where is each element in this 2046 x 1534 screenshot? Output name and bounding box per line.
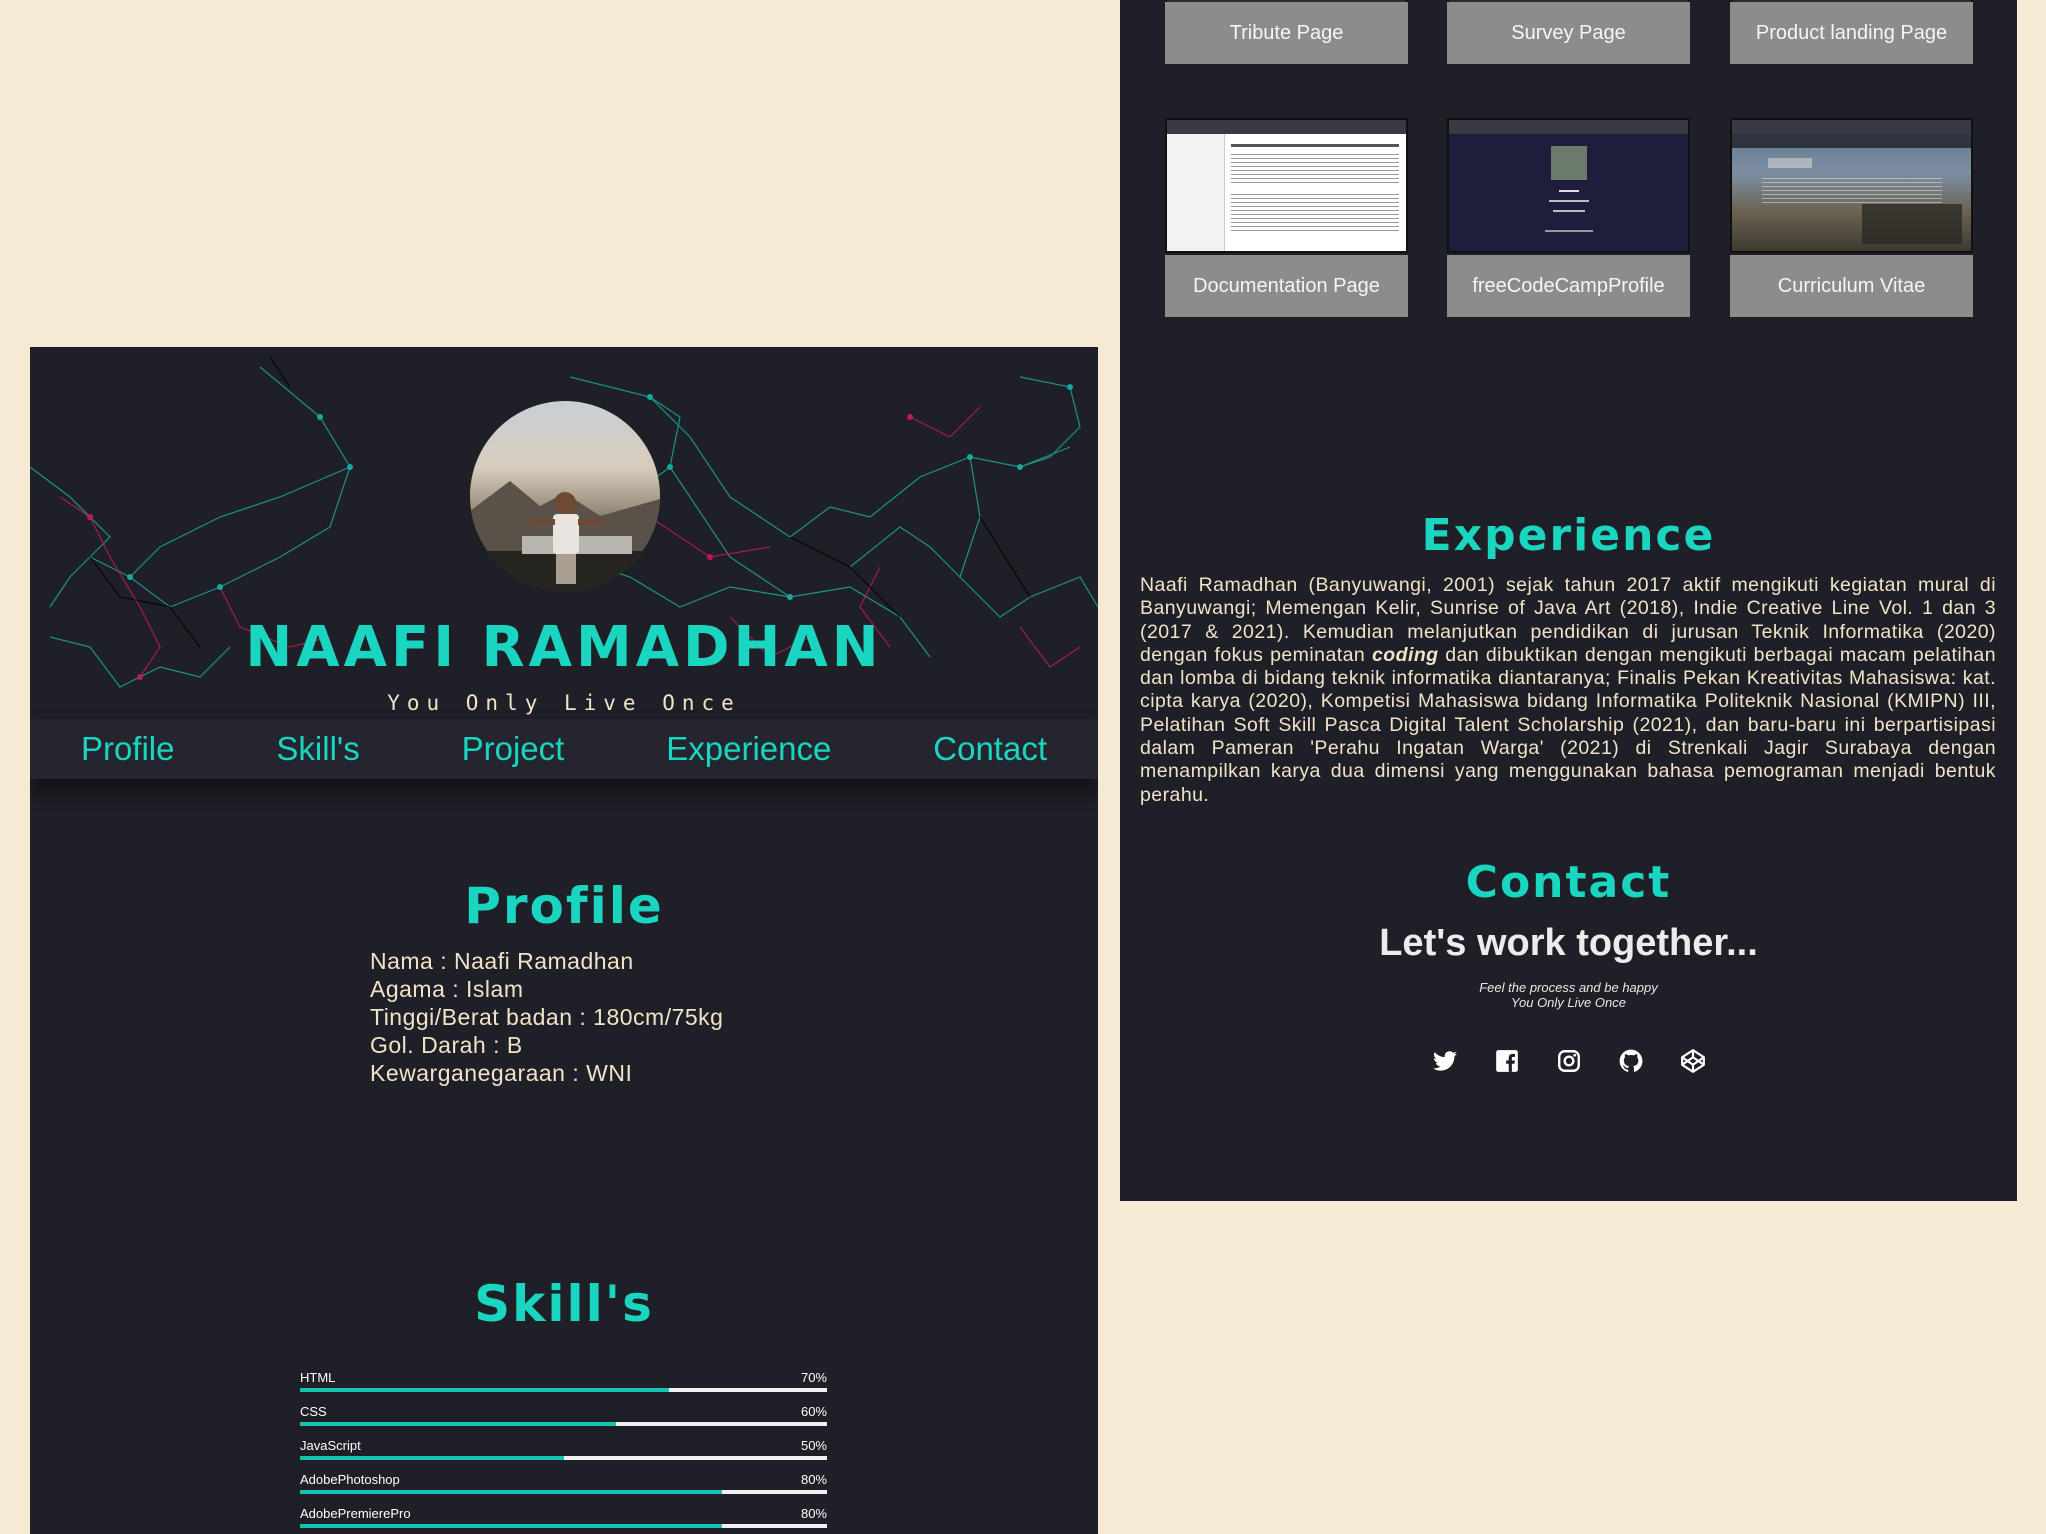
project-card-curriculum-vitae[interactable]: Curriculum Vitae	[1730, 118, 1973, 318]
experience-section-title: Experience	[1421, 510, 1716, 561]
skill-percent: 80%	[800, 1506, 827, 1521]
skill-percent: 60%	[800, 1404, 827, 1419]
skill-name: CSS	[300, 1404, 327, 1419]
profile-detail-height-weight: Tinggi/Berat badan : 180cm/75kg	[370, 1004, 724, 1030]
social-links	[1120, 1048, 2017, 1074]
twitter-icon[interactable]	[1432, 1048, 1458, 1074]
project-label: Product landing Page	[1730, 2, 1973, 64]
skill-progress-fill	[300, 1388, 669, 1392]
skill-progress-fill	[300, 1422, 617, 1426]
profile-section-title: Profile	[464, 877, 664, 935]
hero-name: NAAFI RAMADHAN	[245, 615, 883, 680]
skill-progress-track	[300, 1422, 827, 1426]
skill-progress-fill	[300, 1524, 722, 1528]
skill-name: HTML	[300, 1370, 336, 1385]
facebook-icon[interactable]	[1494, 1048, 1520, 1074]
project-label: Tribute Page	[1165, 2, 1408, 64]
skill-progress-fill	[300, 1456, 564, 1460]
project-card-survey[interactable]: Survey Page	[1447, 0, 1690, 75]
hero-header: NAAFI RAMADHAN You Only Live Once	[30, 347, 1098, 719]
project-card-tribute[interactable]: Tribute Page	[1165, 0, 1408, 75]
skill-progress-track	[300, 1490, 827, 1494]
skill-name: AdobePremierePro	[300, 1506, 411, 1521]
contact-subtitle: Feel the process and be happy You Only L…	[1120, 980, 2017, 1010]
skill-name: AdobePhotoshop	[300, 1472, 400, 1487]
skill-row: CSS 60%	[300, 1404, 827, 1438]
project-thumbnail	[1730, 118, 1973, 253]
skill-row: AdobePremierePro 80%	[300, 1506, 827, 1534]
skill-row: JavaScript 50%	[300, 1438, 827, 1472]
project-label: freeCodeCampProfile	[1447, 255, 1690, 317]
experience-paragraph: Naafi Ramadhan (Banyuwangi, 2001) sejak …	[1140, 574, 1996, 807]
portfolio-right-view: Tribute Page Survey Page Product landing…	[1120, 0, 2017, 1201]
project-label: Documentation Page	[1165, 255, 1408, 317]
contact-subtitle-line: You Only Live Once	[1511, 995, 1626, 1010]
skill-progress-track	[300, 1524, 827, 1528]
project-label: Curriculum Vitae	[1730, 255, 1973, 317]
project-thumbnail	[1447, 118, 1690, 253]
project-thumbnail	[1165, 118, 1408, 253]
skill-percent: 70%	[800, 1370, 827, 1385]
profile-avatar	[470, 401, 660, 591]
skills-section-title: Skill's	[474, 1275, 654, 1333]
nav-link-profile[interactable]: Profile	[81, 730, 175, 768]
profile-detail-name: Nama : Naafi Ramadhan	[370, 948, 634, 974]
nav-link-skills[interactable]: Skill's	[276, 730, 359, 768]
github-icon[interactable]	[1618, 1048, 1644, 1074]
codepen-icon[interactable]	[1680, 1048, 1706, 1074]
contact-subtitle-line: Feel the process and be happy	[1479, 980, 1658, 995]
skill-percent: 50%	[800, 1438, 827, 1453]
profile-details-list: Nama : Naafi Ramadhan Agama : Islam Ting…	[370, 947, 723, 1087]
project-label: Survey Page	[1447, 2, 1690, 64]
skill-row: AdobePhotoshop 80%	[300, 1472, 827, 1506]
nav-link-experience[interactable]: Experience	[666, 730, 831, 768]
profile-detail-citizenship: Kewarganegaraan : WNI	[370, 1060, 633, 1086]
skill-name: JavaScript	[300, 1438, 361, 1453]
nav-link-contact[interactable]: Contact	[933, 730, 1047, 768]
project-card-product-landing[interactable]: Product landing Page	[1730, 0, 1973, 75]
profile-detail-religion: Agama : Islam	[370, 976, 524, 1002]
skill-percent: 80%	[800, 1472, 827, 1487]
project-card-freecodecamp-profile[interactable]: freeCodeCampProfile	[1447, 118, 1690, 318]
portfolio-left-view: NAAFI RAMADHAN You Only Live Once Profil…	[30, 347, 1098, 1534]
nav-link-project[interactable]: Project	[462, 730, 565, 768]
contact-section-title: Contact	[1465, 857, 1672, 908]
skill-progress-track	[300, 1388, 827, 1392]
skills-list: HTML 70% CSS 60% JavaScript 50% AdobePho…	[300, 1370, 827, 1534]
hero-tagline: You Only Live Once	[387, 691, 741, 715]
skill-row: HTML 70%	[300, 1370, 827, 1404]
contact-headline: Let's work together...	[1379, 922, 1758, 964]
main-navigation: Profile Skill's Project Experience Conta…	[30, 719, 1098, 779]
project-card-documentation[interactable]: Documentation Page	[1165, 118, 1408, 318]
experience-text-emphasis: coding	[1371, 643, 1439, 666]
instagram-icon[interactable]	[1556, 1048, 1582, 1074]
skill-progress-fill	[300, 1490, 722, 1494]
profile-detail-blood-type: Gol. Darah : B	[370, 1032, 523, 1058]
skill-progress-track	[300, 1456, 827, 1460]
experience-text-part2: dan dibuktikan dengan mengikuti berbagai…	[1140, 643, 1996, 806]
